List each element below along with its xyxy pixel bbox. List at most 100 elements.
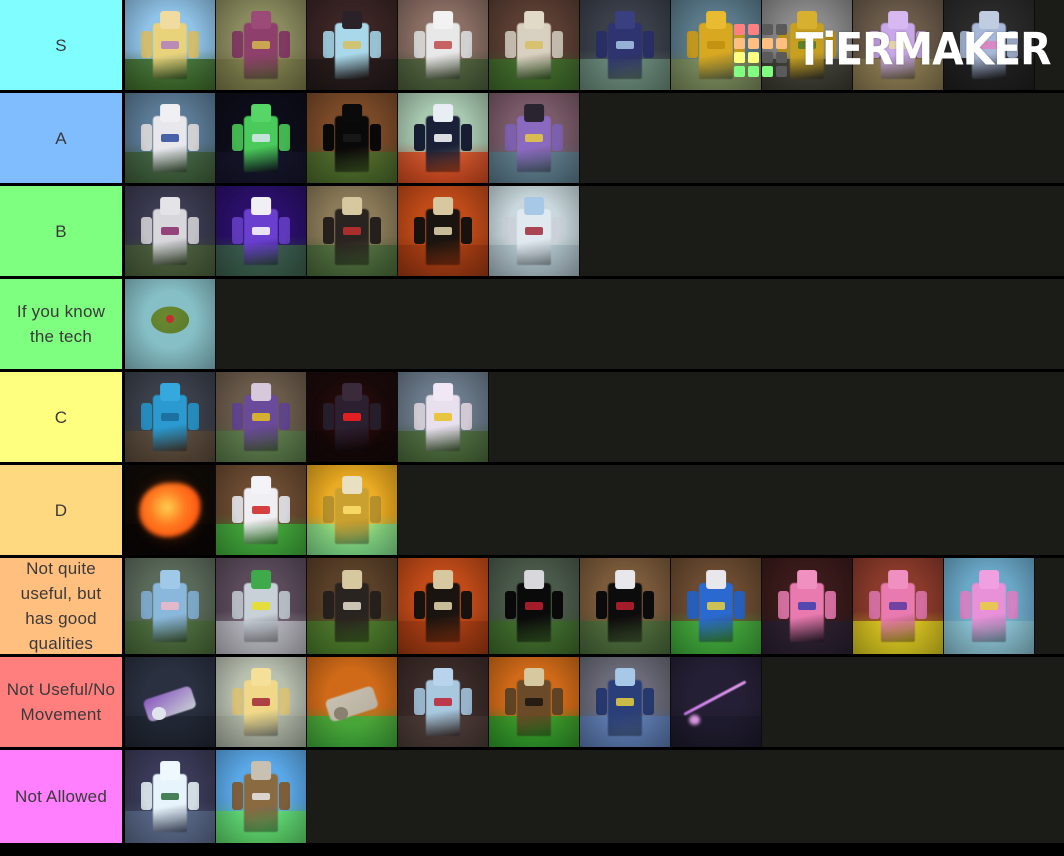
tier-items-s[interactable]: [125, 0, 1064, 90]
stand-thumb-s-2[interactable]: [216, 0, 307, 90]
stand-thumb-nu-1[interactable]: [125, 657, 216, 747]
stand-thumb-s-10[interactable]: [944, 0, 1035, 90]
thumbnail-art: [671, 558, 761, 654]
stand-thumb-nq-8[interactable]: [762, 558, 853, 654]
stand-thumb-nq-2[interactable]: [216, 558, 307, 654]
tier-label-not-quite-useful-but-has-good-qualities[interactable]: Not quite useful, but has good qualities: [0, 558, 125, 654]
tier-items-not-allowed[interactable]: [125, 750, 1064, 843]
stand-thumb-s-4[interactable]: [398, 0, 489, 90]
tier-label-b[interactable]: B: [0, 186, 125, 276]
thumbnail-art: [307, 465, 397, 555]
stand-thumb-nq-5[interactable]: [489, 558, 580, 654]
stand-thumb-c-2[interactable]: [216, 372, 307, 462]
thumb-vignette: [125, 279, 215, 369]
stand-thumb-nu-6[interactable]: [580, 657, 671, 747]
stand-thumb-nq-7[interactable]: [671, 558, 762, 654]
stand-thumb-a-3[interactable]: [307, 93, 398, 183]
thumb-vignette: [398, 657, 488, 747]
tier-label-d[interactable]: D: [0, 465, 125, 555]
stand-thumb-c-3[interactable]: [307, 372, 398, 462]
thumb-vignette: [489, 657, 579, 747]
stand-thumb-na-2[interactable]: [216, 750, 307, 843]
stand-thumb-nq-4[interactable]: [398, 558, 489, 654]
stand-thumb-nq-6[interactable]: [580, 558, 671, 654]
thumbnail-art: [671, 657, 761, 747]
stand-thumb-nu-5[interactable]: [489, 657, 580, 747]
thumb-vignette: [125, 186, 215, 276]
thumb-vignette: [762, 558, 852, 654]
stand-thumb-b-2[interactable]: [216, 186, 307, 276]
stand-thumb-tech-1[interactable]: [125, 279, 216, 369]
tier-items-a[interactable]: [125, 93, 1064, 183]
stand-thumb-b-4[interactable]: [398, 186, 489, 276]
stand-thumb-a-1[interactable]: [125, 93, 216, 183]
tier-items-d[interactable]: [125, 465, 1064, 555]
thumb-vignette: [398, 93, 488, 183]
tier-row-not-allowed: Not Allowed: [0, 750, 1064, 843]
stand-thumb-s-3[interactable]: [307, 0, 398, 90]
tier-items-c[interactable]: [125, 372, 1064, 462]
stand-thumb-c-4[interactable]: [398, 372, 489, 462]
stand-thumb-b-3[interactable]: [307, 186, 398, 276]
tier-label-not-allowed[interactable]: Not Allowed: [0, 750, 125, 843]
stand-thumb-s-6[interactable]: [580, 0, 671, 90]
tier-items-not-quite-useful-but-has-good-qualities[interactable]: [125, 558, 1064, 654]
stand-thumb-s-8[interactable]: [762, 0, 853, 90]
tier-items-b[interactable]: [125, 186, 1064, 276]
thumbnail-art: [398, 0, 488, 90]
stand-thumb-s-9[interactable]: [853, 0, 944, 90]
thumbnail-art: [125, 657, 215, 747]
tier-label-not-useful-no-movement[interactable]: Not Useful/No Movement: [0, 657, 125, 747]
thumb-vignette: [489, 558, 579, 654]
stand-thumb-nu-7[interactable]: [671, 657, 762, 747]
thumb-vignette: [398, 0, 488, 90]
thumb-vignette: [944, 0, 1034, 90]
thumbnail-art: [671, 0, 761, 90]
stand-thumb-na-1[interactable]: [125, 750, 216, 843]
thumb-vignette: [853, 558, 943, 654]
stand-thumb-nu-2[interactable]: [216, 657, 307, 747]
thumb-vignette: [216, 0, 306, 90]
stand-thumb-b-1[interactable]: [125, 186, 216, 276]
thumbnail-art: [398, 372, 488, 462]
stand-thumb-b-5[interactable]: [489, 186, 580, 276]
thumbnail-art: [580, 558, 670, 654]
stand-thumb-nq-1[interactable]: [125, 558, 216, 654]
tier-items-if-you-know-the-tech[interactable]: [125, 279, 1064, 369]
tier-label-c[interactable]: C: [0, 372, 125, 462]
thumbnail-art: [398, 657, 488, 747]
thumb-vignette: [489, 0, 579, 90]
thumbnail-art: [307, 657, 397, 747]
thumb-vignette: [489, 186, 579, 276]
stand-thumb-nq-10[interactable]: [944, 558, 1035, 654]
stand-thumb-nu-4[interactable]: [398, 657, 489, 747]
stand-thumb-d-3[interactable]: [307, 465, 398, 555]
tier-label-s[interactable]: S: [0, 0, 125, 90]
thumbnail-art: [216, 0, 306, 90]
stand-thumb-d-1[interactable]: [125, 465, 216, 555]
thumb-vignette: [671, 657, 761, 747]
stand-thumb-nq-9[interactable]: [853, 558, 944, 654]
tier-items-not-useful-no-movement[interactable]: [125, 657, 1064, 747]
thumb-vignette: [944, 558, 1034, 654]
stand-thumb-c-1[interactable]: [125, 372, 216, 462]
stand-thumb-nu-3[interactable]: [307, 657, 398, 747]
stand-thumb-a-2[interactable]: [216, 93, 307, 183]
stand-thumb-nq-3[interactable]: [307, 558, 398, 654]
stand-thumb-a-5[interactable]: [489, 93, 580, 183]
thumb-vignette: [125, 93, 215, 183]
stand-thumb-s-7[interactable]: [671, 0, 762, 90]
tier-label-a[interactable]: A: [0, 93, 125, 183]
tier-label-if-you-know-the-tech[interactable]: If you know the tech: [0, 279, 125, 369]
thumbnail-art: [307, 372, 397, 462]
thumbnail-art: [216, 750, 306, 843]
thumbnail-art: [307, 93, 397, 183]
stand-thumb-a-4[interactable]: [398, 93, 489, 183]
thumbnail-art: [489, 657, 579, 747]
stand-thumb-s-5[interactable]: [489, 0, 580, 90]
stand-thumb-d-2[interactable]: [216, 465, 307, 555]
thumbnail-art: [216, 465, 306, 555]
thumbnail-art: [125, 279, 215, 369]
stand-thumb-s-1[interactable]: [125, 0, 216, 90]
thumb-vignette: [580, 657, 670, 747]
